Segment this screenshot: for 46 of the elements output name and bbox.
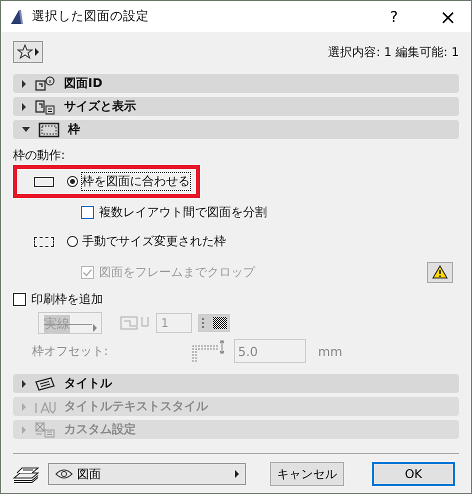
dashed-frame-icon (34, 236, 54, 246)
section-header[interactable]: 図面ID (13, 74, 459, 93)
app-logo-icon (10, 8, 24, 24)
section-header[interactable]: サイズと表示 (13, 97, 459, 116)
checkbox[interactable] (13, 292, 26, 306)
arrow-icon (22, 102, 26, 110)
group-label: 枠の動作: (13, 147, 66, 163)
drawing-size-icon (34, 98, 56, 114)
print-frame-checkbox-option[interactable]: 印刷枠を追加 (13, 291, 459, 307)
drawing-id-icon (34, 76, 56, 92)
layer-dropdown[interactable]: 図面 (48, 463, 246, 485)
help-button[interactable]: ? (371, 1, 417, 32)
eye-icon (55, 468, 73, 480)
arrow-icon (22, 380, 26, 388)
section-header[interactable]: タイトル (13, 374, 459, 393)
arrow-icon (93, 324, 97, 332)
section-header[interactable]: 枠 (13, 120, 459, 139)
offset-label: 枠オフセット: (32, 342, 110, 360)
split-checkbox-option[interactable]: 複数レイアウト間で図面を分割 (81, 201, 459, 223)
radio-button[interactable] (67, 176, 78, 187)
solid-frame-icon (34, 176, 54, 186)
star-icon (17, 44, 33, 60)
selection-info: 選択内容: 1 編集可能: 1 (328, 44, 459, 60)
unit-label: mm (318, 344, 342, 358)
arrow-icon (35, 48, 39, 56)
radio-button[interactable] (67, 236, 78, 247)
radio-option[interactable]: 手動でサイズ変更された枠 (67, 233, 226, 250)
warning-button[interactable] (427, 262, 453, 282)
warning-icon (432, 265, 448, 279)
close-button[interactable]: × (425, 1, 471, 32)
frame-icon (38, 122, 60, 138)
title-tag-icon (34, 376, 56, 392)
ok-button[interactable]: OK (372, 462, 455, 486)
arrow-icon (22, 426, 26, 434)
arrow-icon (22, 80, 26, 88)
arrow-icon (22, 127, 30, 132)
layers-icon (13, 465, 39, 483)
pattern-icon (201, 317, 227, 329)
favorites-button[interactable] (13, 41, 43, 63)
checkbox[interactable] (81, 206, 94, 218)
custom-settings-icon (34, 422, 56, 438)
radio-option[interactable]: 枠を図面に合わせる (67, 173, 190, 190)
arrow-icon (22, 402, 26, 410)
window-title: 選択した図面の設定 (32, 8, 150, 25)
arrow-icon (235, 470, 239, 478)
cancel-button[interactable]: キャンセル (270, 462, 344, 486)
